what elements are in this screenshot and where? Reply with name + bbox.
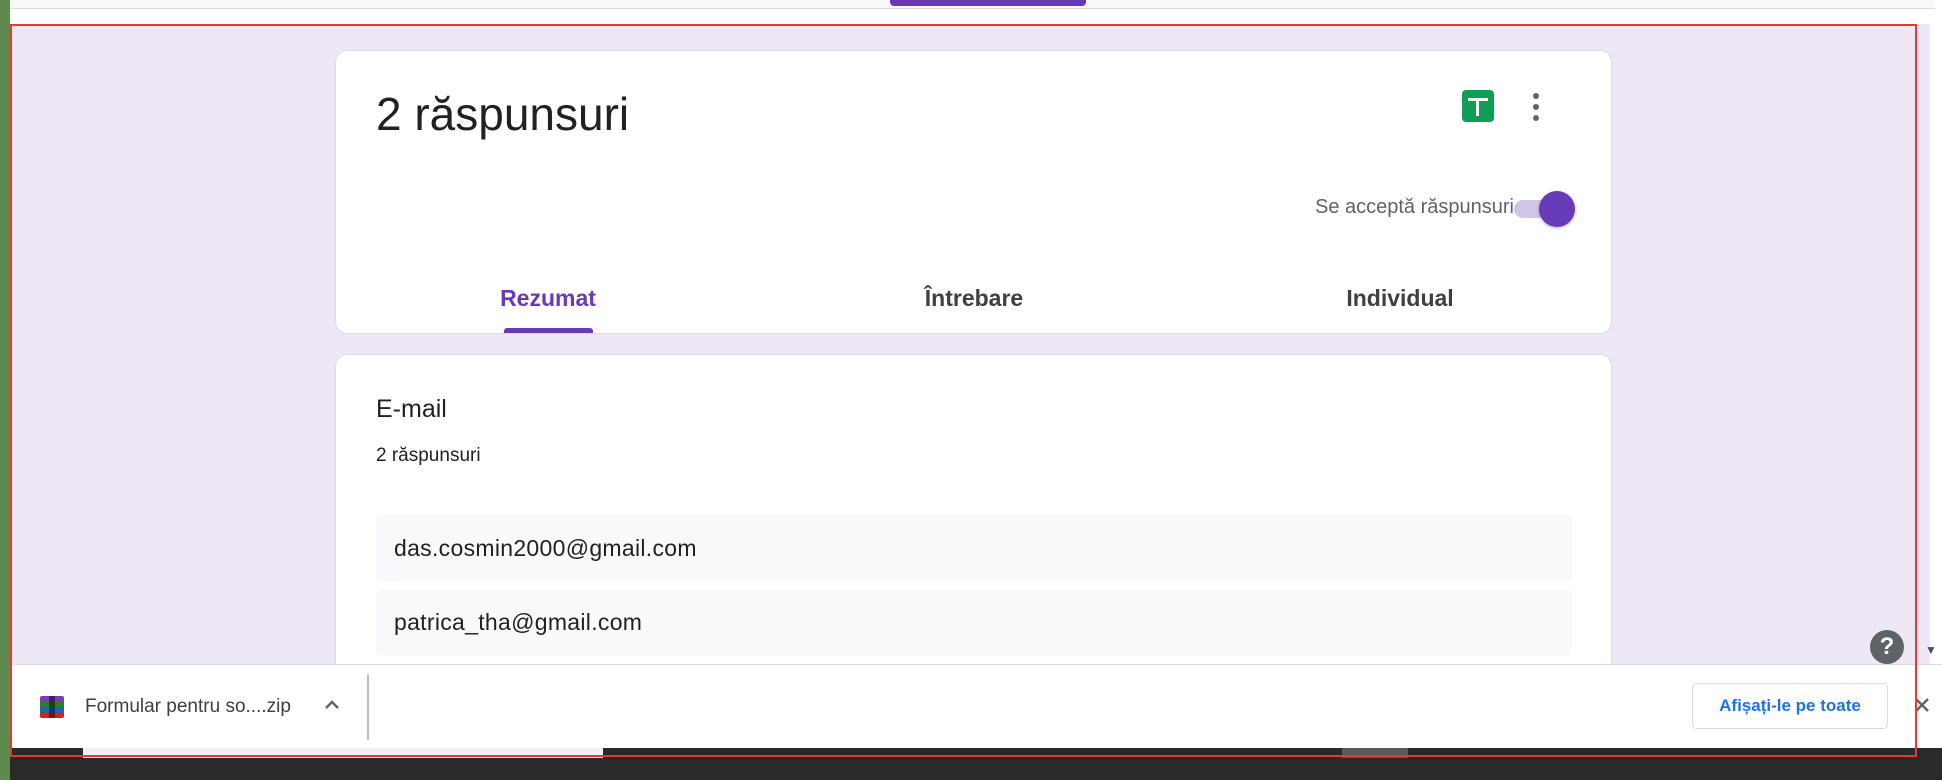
taskbar: [10, 748, 1942, 780]
accepting-responses-label: Se acceptă răspunsuri: [1314, 196, 1514, 218]
forms-content-area: 2 răspunsuri Se acceptă răspunsuri Rezum…: [10, 24, 1930, 774]
response-item: das.cosmin2000@gmail.com: [376, 515, 1572, 581]
taskbar-item[interactable]: [83, 748, 603, 758]
responses-header-card: 2 răspunsuri Se acceptă răspunsuri Rezum…: [335, 50, 1612, 334]
scroll-down-arrow-icon[interactable]: ▼: [1920, 642, 1942, 658]
top-bar: [10, 0, 1935, 9]
accepting-responses-toggle[interactable]: [1512, 191, 1576, 227]
shelf-divider: [367, 674, 369, 740]
close-icon[interactable]: [1910, 693, 1934, 717]
active-tab-underline: [504, 328, 593, 333]
question-response-count: 2 răspunsuri: [376, 445, 481, 466]
question-title: E-mail: [376, 395, 447, 423]
more-vert-icon[interactable]: [1522, 89, 1550, 125]
google-sheets-icon[interactable]: [1462, 90, 1494, 122]
tab-individual[interactable]: Individual: [1270, 285, 1530, 312]
responses-count-title: 2 răspunsuri: [376, 88, 630, 140]
show-all-downloads-button[interactable]: Afișați-le pe toate: [1692, 683, 1888, 729]
winrar-archive-icon: [40, 696, 64, 718]
tab-intrebare[interactable]: Întrebare: [844, 285, 1104, 312]
help-icon[interactable]: ?: [1870, 630, 1904, 664]
tab-rezumat[interactable]: Rezumat: [418, 285, 678, 312]
top-tab-indicator: [890, 0, 1086, 6]
left-window-edge: [0, 0, 10, 780]
download-file-name[interactable]: Formular pentru so....zip: [85, 696, 291, 718]
toggle-thumb: [1539, 191, 1575, 227]
download-shelf: Formular pentru so....zip Afișați-le pe …: [10, 664, 1942, 749]
response-item: patrica_tha@gmail.com: [376, 589, 1572, 655]
chevron-up-icon[interactable]: [320, 693, 344, 717]
taskbar-item[interactable]: [1342, 748, 1408, 758]
